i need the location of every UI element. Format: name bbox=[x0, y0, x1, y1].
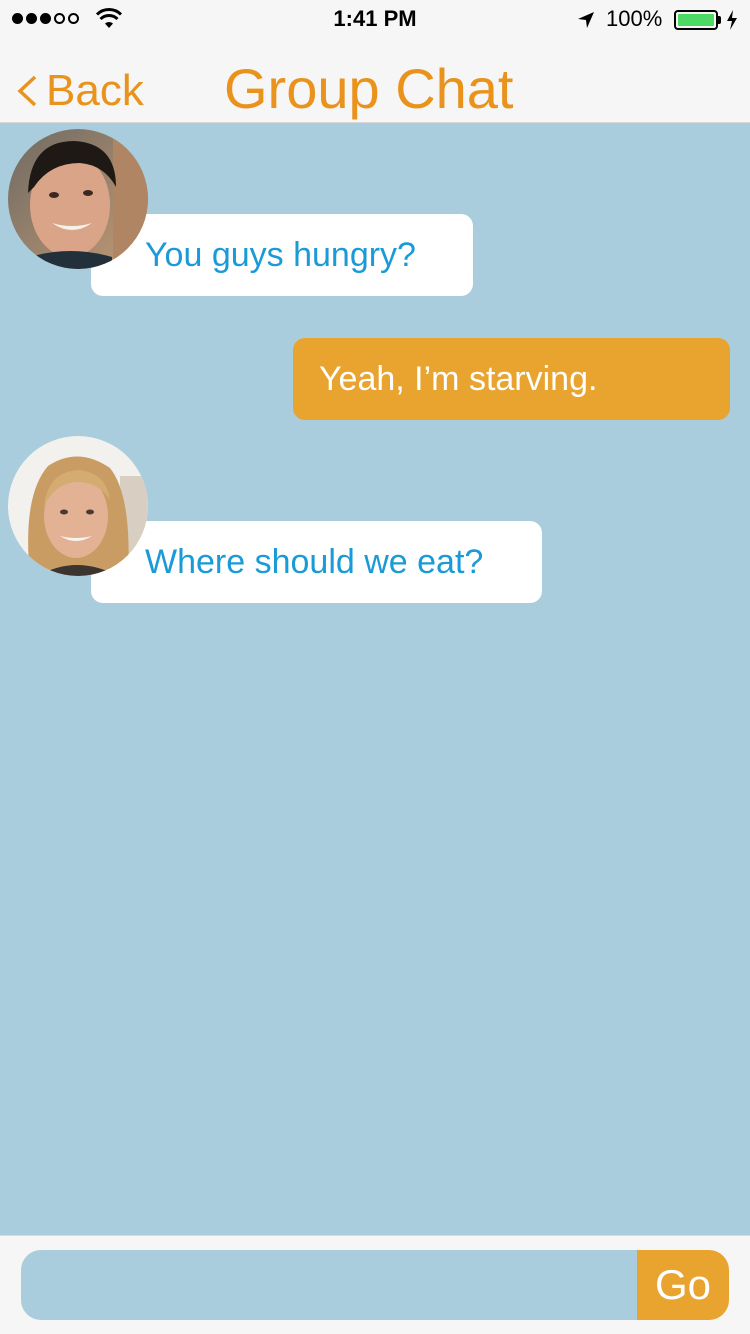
battery-percent: 100% bbox=[606, 6, 663, 31]
status-bar: 1:41 PM 100% bbox=[0, 0, 750, 40]
message-bubble-incoming[interactable]: You guys hungry? bbox=[91, 214, 473, 296]
battery-nub bbox=[718, 16, 721, 24]
avatar-boy-photo bbox=[8, 129, 148, 269]
screen: 1:41 PM 100% Back Group Chat You guys hu… bbox=[0, 0, 750, 1334]
message-bubble-outgoing[interactable]: Yeah, I’m starving. bbox=[293, 338, 730, 420]
message-text: Where should we eat? bbox=[145, 542, 484, 581]
send-button[interactable]: Go bbox=[637, 1250, 729, 1320]
nav-bar: Back Group Chat bbox=[0, 40, 750, 123]
chat-message-list[interactable]: You guys hungry? Yeah, I’m starving. Whe… bbox=[0, 123, 750, 1235]
message-text: You guys hungry? bbox=[145, 235, 416, 274]
back-button[interactable]: Back bbox=[16, 66, 144, 116]
message-text: Yeah, I’m starving. bbox=[319, 359, 598, 398]
avatar[interactable] bbox=[8, 129, 148, 269]
back-label: Back bbox=[46, 66, 144, 115]
avatar-girl-photo bbox=[8, 436, 148, 576]
message-input[interactable] bbox=[21, 1250, 637, 1320]
composer-bar: Go bbox=[0, 1235, 750, 1334]
charging-bolt-icon bbox=[727, 10, 737, 30]
page-title: Group Chat bbox=[224, 57, 514, 120]
location-arrow-icon bbox=[578, 12, 594, 28]
avatar[interactable] bbox=[8, 436, 148, 576]
battery-icon bbox=[674, 10, 718, 30]
message-bubble-incoming[interactable]: Where should we eat? bbox=[91, 521, 542, 603]
chevron-left-icon bbox=[17, 75, 37, 107]
battery-level-fill bbox=[678, 14, 714, 26]
